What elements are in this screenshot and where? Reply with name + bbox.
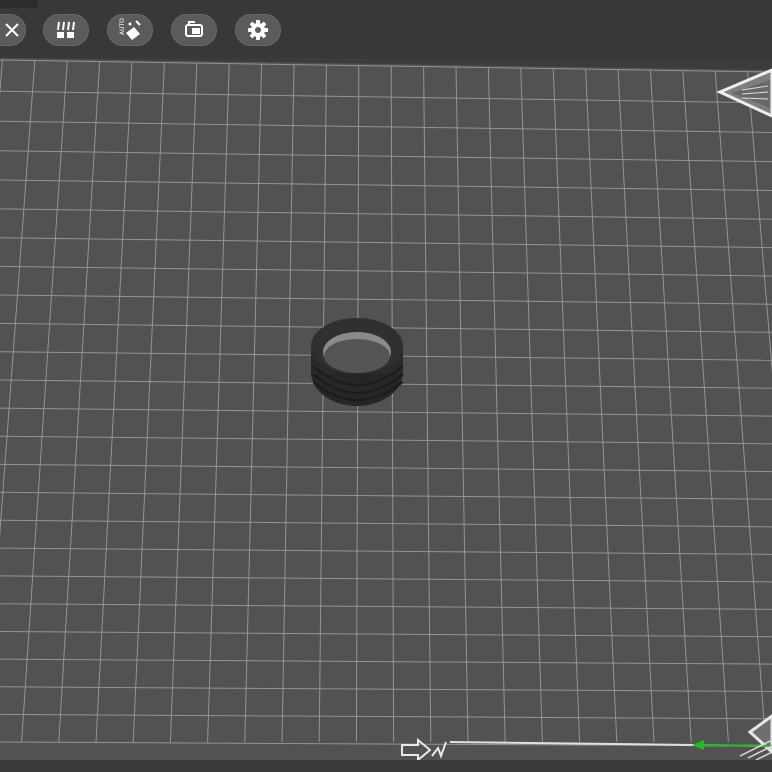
close-button[interactable]: [0, 14, 26, 46]
object-view-icon: [185, 21, 203, 37]
arrange-icon: [57, 21, 75, 38]
top-toolbar: AUTO: [0, 0, 772, 58]
toolbar-top-strip: [0, 0, 38, 8]
settings-button[interactable]: [235, 14, 281, 46]
viewport[interactable]: AUTO: [0, 0, 772, 772]
close-icon: [5, 23, 19, 37]
object-view-button[interactable]: [171, 14, 217, 46]
auto-orient-icon: AUTO: [119, 18, 141, 40]
gear-icon: [248, 20, 268, 40]
auto-orient-label: AUTO: [119, 18, 126, 35]
viewport-bottom-edge: [0, 760, 772, 772]
auto-orient-button[interactable]: AUTO: [107, 14, 153, 46]
arrange-button[interactable]: [43, 14, 89, 46]
build-plate-scene[interactable]: [0, 0, 772, 772]
model-ring[interactable]: [311, 318, 404, 406]
